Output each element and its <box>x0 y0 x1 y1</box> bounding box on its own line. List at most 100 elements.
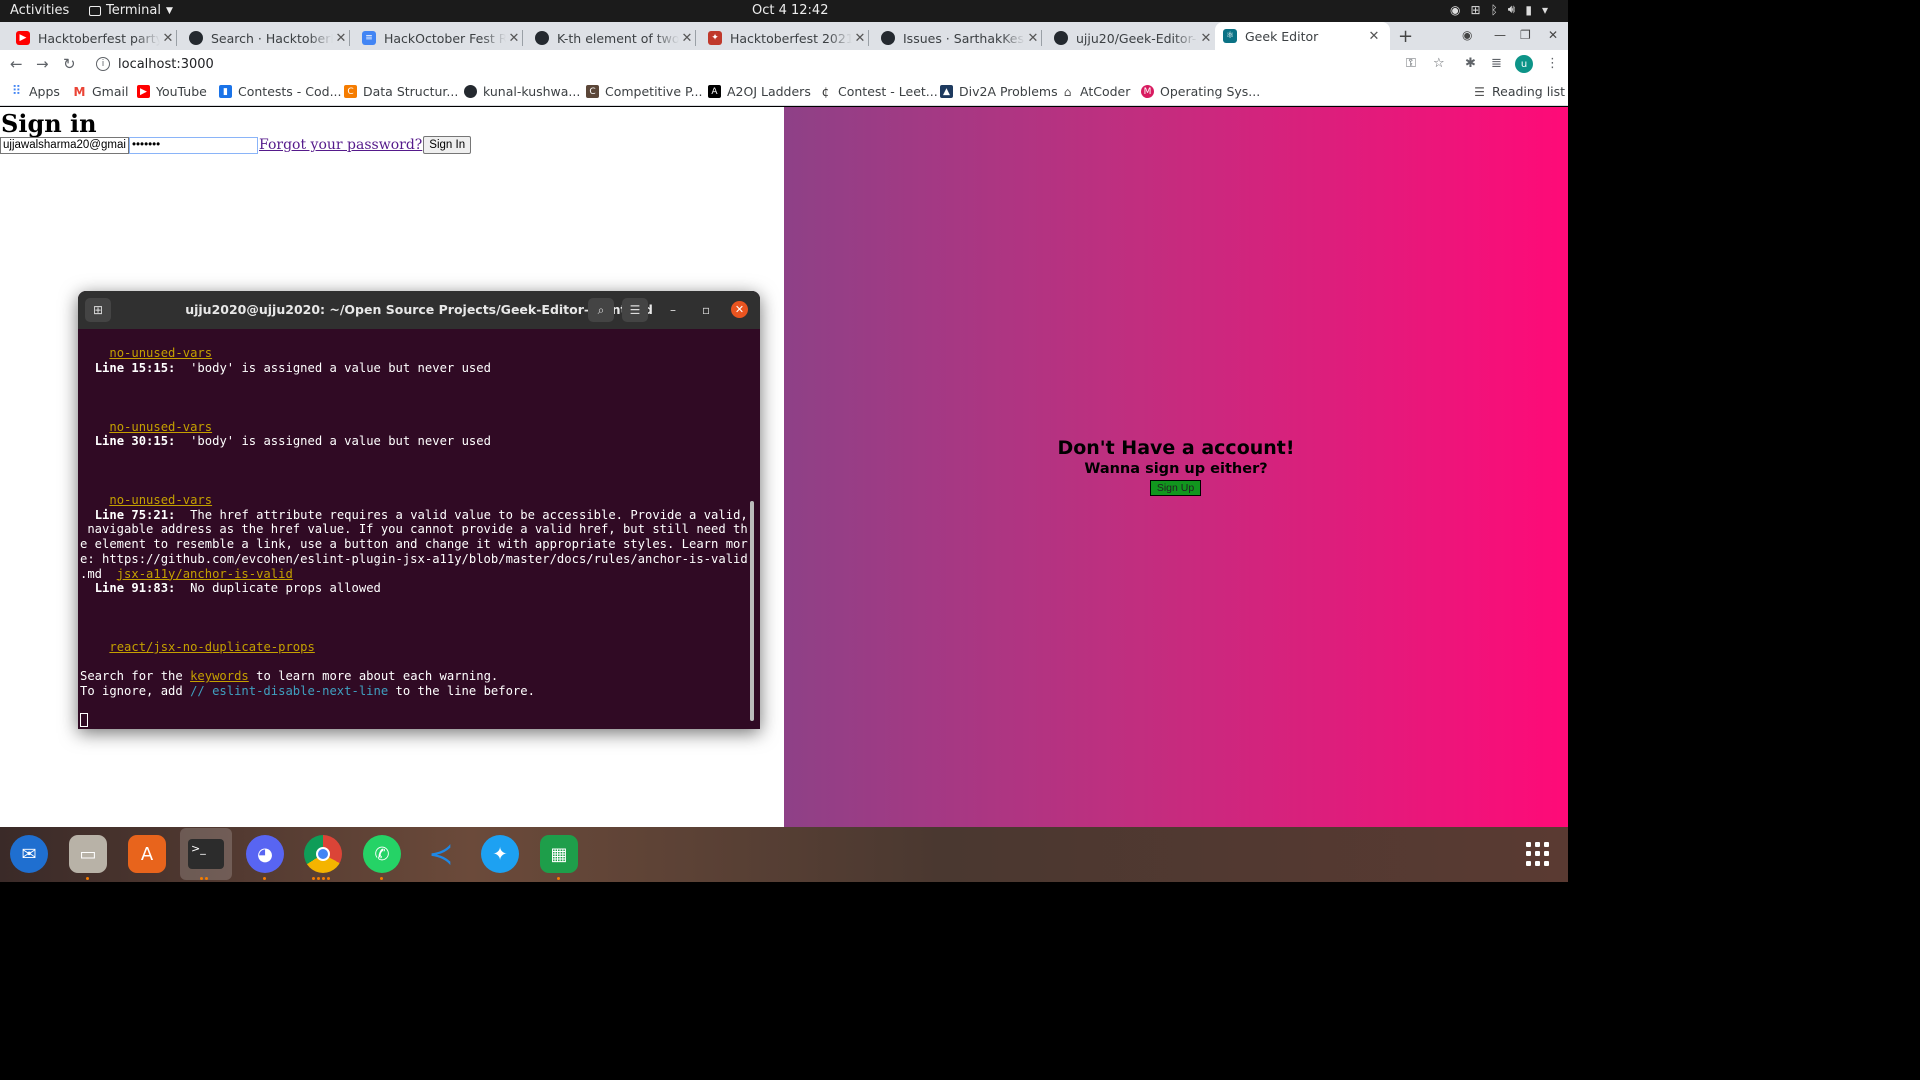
apps-grid-icon: ⠿ <box>11 84 22 99</box>
lint-message-wrap: navigable address as the href value. If … <box>80 522 748 537</box>
whatsapp-icon[interactable]: ✆ <box>363 835 401 873</box>
thunderbird-icon[interactable]: ✉ <box>10 835 48 873</box>
terminal-output[interactable]: no-unused-vars Line 15:15: 'body' is ass… <box>80 346 752 699</box>
files-icon[interactable]: ▭ <box>69 835 107 873</box>
site-info-icon[interactable]: i <box>96 57 110 71</box>
lint-rule-link[interactable]: jsx-a11y/anchor-is-valid <box>117 567 293 581</box>
close-tab-icon[interactable]: ✕ <box>333 31 349 46</box>
bookmark-codeforces[interactable]: ▮ Contests - Cod... <box>219 84 342 99</box>
terminal-titlebar[interactable]: ⊞ ujju2020@ujju2020: ~/Open Source Proje… <box>78 291 760 329</box>
libreoffice-calc-icon[interactable]: ▦ <box>540 835 578 873</box>
back-icon[interactable]: ← <box>10 55 23 73</box>
password-field[interactable] <box>129 136 258 154</box>
extensions-icon[interactable]: ✱ <box>1465 56 1476 71</box>
lint-rule-link[interactable]: no-unused-vars <box>109 346 212 360</box>
show-applications-icon[interactable] <box>1526 842 1550 866</box>
bookmark-leetcode[interactable]: ¢ Contest - Leet... <box>819 84 938 99</box>
youtube-icon: ▶ <box>137 85 150 98</box>
vscode-icon[interactable]: ≺ <box>422 835 460 873</box>
close-tab-icon[interactable]: ✕ <box>1366 29 1382 44</box>
bookmark-label: Competitive P... <box>605 84 703 99</box>
tab-active[interactable]: ⚛ Geek Editor ✕ <box>1215 22 1390 50</box>
bookmark-label: Div2A Problems <box>959 84 1058 99</box>
tab[interactable]: ✦ Hacktoberfest 2021 ✕ <box>708 26 869 50</box>
app-menu[interactable]: Terminal ▼ <box>89 3 173 18</box>
media-icon[interactable]: ≣ <box>1491 56 1502 71</box>
forgot-password-link[interactable]: Forgot your password? <box>259 137 422 153</box>
bookmark-apps[interactable]: ⠿ Apps <box>10 84 60 99</box>
discord-tray-icon[interactable]: ◉ <box>1450 3 1460 17</box>
close-icon[interactable]: ✕ <box>731 301 748 318</box>
hamburger-menu-icon[interactable]: ☰ <box>622 298 648 322</box>
reload-icon[interactable]: ↻ <box>63 55 76 73</box>
close-tab-icon[interactable]: ✕ <box>852 31 868 46</box>
bookmark-os[interactable]: M Operating Sys... <box>1141 84 1260 99</box>
bluetooth-icon[interactable]: ᛒ <box>1491 3 1498 17</box>
youtube-icon: ▶ <box>16 31 30 45</box>
software-center-icon[interactable]: A <box>128 835 166 873</box>
terminal-slot[interactable]: >_ <box>180 828 232 880</box>
email-field[interactable] <box>0 136 129 154</box>
reading-list-icon: ☰ <box>1474 84 1485 99</box>
help-text: to learn more about each warning. <box>248 669 499 684</box>
discord-icon[interactable]: ◕ <box>246 835 284 873</box>
gnome-top-bar: Activities Terminal ▼ Oct 4 12:42 ◉ ⊞ ᛒ … <box>0 0 1568 22</box>
lint-rule-link[interactable]: react/jsx-no-duplicate-props <box>109 640 314 654</box>
close-tab-icon[interactable]: ✕ <box>1198 31 1214 46</box>
lint-message: 'body' is assigned a value but never use… <box>190 360 491 375</box>
tab-search-icon[interactable]: ◉ <box>1462 28 1472 42</box>
tab[interactable]: Search · HacktoberFest ✕ <box>189 26 350 50</box>
bookmark-div2a[interactable]: ▲ Div2A Problems <box>940 84 1058 99</box>
minimize-icon[interactable]: — <box>1494 28 1506 42</box>
battery-icon[interactable]: ▮ <box>1525 3 1532 17</box>
reading-list[interactable]: ☰ Reading list <box>1473 84 1565 99</box>
menu-kebab-icon[interactable]: ⋮ <box>1546 56 1559 71</box>
bookmark-competitive[interactable]: C Competitive P... <box>586 84 703 99</box>
clock[interactable]: Oct 4 12:42 <box>752 3 828 18</box>
tab[interactable]: Issues · SarthakKesha ✕ <box>881 26 1042 50</box>
system-tray[interactable]: ◉ ⊞ ᛒ 🔊︎ ▮ ▾ <box>1450 2 1548 17</box>
bookmark-gmail[interactable]: M Gmail <box>73 84 129 99</box>
restore-icon[interactable]: ❐ <box>1520 28 1531 42</box>
close-tab-icon[interactable]: ✕ <box>506 31 522 46</box>
close-tab-icon[interactable]: ✕ <box>1025 31 1041 46</box>
tab[interactable]: ujju20/Geek-Editor-Fr ✕ <box>1054 26 1214 50</box>
tab[interactable]: ≡ HackOctober Fest Re ✕ <box>362 26 523 50</box>
eslint-disable-comment: // eslint-disable-next-line <box>190 684 389 699</box>
tab[interactable]: K-th element of two s ✕ <box>535 26 696 50</box>
key-icon[interactable]: ⚿ <box>1406 56 1416 71</box>
network-icon[interactable]: ⊞ <box>1471 3 1481 17</box>
bookmark-data-structures[interactable]: C Data Structur... <box>344 84 458 99</box>
bookmark-youtube[interactable]: ▶ YouTube <box>137 84 207 99</box>
sign-up-button[interactable]: Sign Up <box>1150 480 1201 496</box>
maximize-icon[interactable]: ▫ <box>702 303 710 317</box>
new-tab-button[interactable]: + <box>1398 26 1413 47</box>
twitter-icon[interactable]: ✦ <box>481 835 519 873</box>
volume-icon[interactable]: 🔊︎ <box>1508 2 1516 17</box>
sign-in-button[interactable]: Sign In <box>423 136 472 154</box>
help-text: Search for the <box>80 669 191 684</box>
forward-icon[interactable]: → <box>36 55 49 73</box>
scrollbar[interactable] <box>750 501 754 721</box>
search-icon[interactable]: ⌕ <box>588 298 614 322</box>
bookmark-kunal[interactable]: kunal-kushwa... <box>464 84 580 99</box>
terminal-window[interactable]: ⊞ ujju2020@ujju2020: ~/Open Source Proje… <box>78 291 760 729</box>
avatar[interactable]: u <box>1515 55 1533 73</box>
close-tab-icon[interactable]: ✕ <box>679 31 695 46</box>
power-menu-icon[interactable]: ▾ <box>1542 3 1548 17</box>
close-tab-icon[interactable]: ✕ <box>160 31 176 46</box>
bookmark-a2oj[interactable]: A A2OJ Ladders <box>708 84 811 99</box>
lint-rule-link[interactable]: no-unused-vars <box>109 493 212 507</box>
chrome-icon[interactable] <box>304 835 342 873</box>
keywords-link[interactable]: keywords <box>190 669 249 683</box>
url-text[interactable]: localhost:3000 <box>118 57 214 72</box>
minimize-icon[interactable]: – <box>670 303 676 317</box>
bookmark-star-icon[interactable]: ☆ <box>1433 56 1445 71</box>
bookmark-atcoder[interactable]: ⌂ AtCoder <box>1061 84 1131 99</box>
close-window-icon[interactable]: ✕ <box>1548 28 1558 42</box>
activities-button[interactable]: Activities <box>10 3 69 18</box>
lint-message: 'body' is assigned a value but never use… <box>190 434 491 449</box>
tab[interactable]: ▶ Hacktoberfest party! ✕ <box>16 26 177 50</box>
lint-rule-link[interactable]: no-unused-vars <box>109 420 212 434</box>
omnibox[interactable]: i localhost:3000 <box>88 52 1458 76</box>
